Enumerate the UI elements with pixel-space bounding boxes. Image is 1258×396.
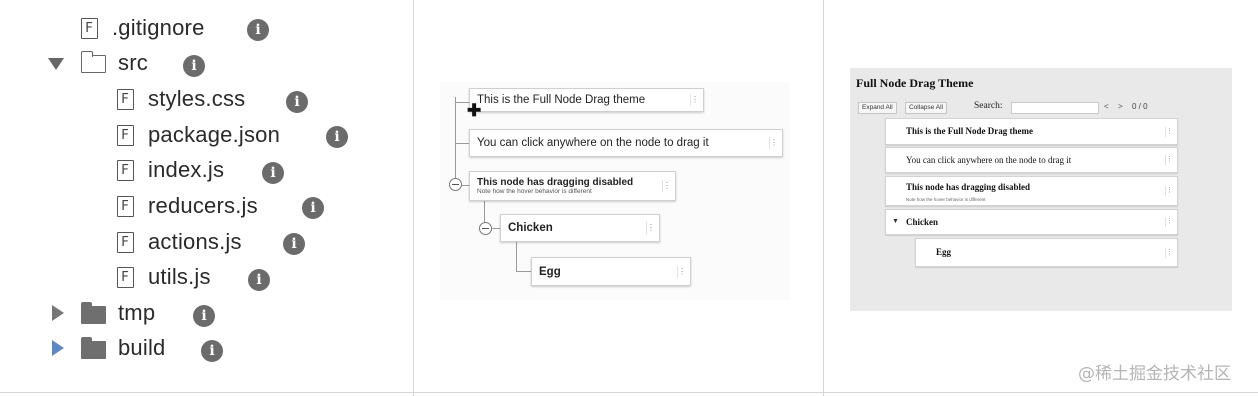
info-icon[interactable]: i [283, 233, 305, 255]
tree-node[interactable]: ▼ Chicken ⋮ [885, 209, 1178, 235]
tree-item-reducers-js[interactable]: F reducers.js [117, 191, 258, 221]
tree-node: This node has dragging disabled Note how… [469, 171, 676, 201]
collapse-toggle-icon[interactable] [449, 178, 462, 191]
watermark: @稀土掘金技术社区 [1078, 364, 1231, 384]
node-menu-icon[interactable]: ⋮ [662, 180, 671, 192]
tree-connector [516, 242, 517, 272]
caret-down-icon[interactable]: ▼ [892, 218, 899, 225]
file-icon: F [81, 17, 98, 39]
info-icon[interactable]: i [286, 91, 308, 113]
info-icon[interactable]: i [262, 162, 284, 184]
caret-right-icon[interactable] [52, 305, 64, 321]
tree-item-build[interactable]: build [118, 333, 165, 363]
caret-right-icon[interactable] [52, 340, 64, 356]
tree-node[interactable]: Chicken ⋮ [500, 214, 660, 242]
file-icon: F [117, 266, 134, 288]
caret-down-icon[interactable] [48, 58, 64, 70]
node-menu-icon[interactable]: ⋮ [1165, 217, 1173, 227]
tree-node[interactable]: Egg ⋮ [915, 238, 1178, 267]
search-next-button[interactable]: > [1118, 102, 1123, 111]
tree-item-utils-js[interactable]: F utils.js [117, 262, 211, 292]
node-title: Egg [936, 247, 952, 257]
file-icon: F [117, 195, 134, 217]
node-title: This node has dragging disabled [906, 182, 1031, 192]
info-icon[interactable]: i [248, 269, 270, 291]
node-menu-icon[interactable]: ⋮ [1165, 126, 1173, 137]
search-input[interactable] [1011, 102, 1099, 114]
node-title: You can click anywhere on the node to dr… [477, 137, 709, 149]
tree-item-label: .gitignore [112, 15, 205, 40]
search-match-count: 0 / 0 [1132, 102, 1148, 111]
tree-item-label: index.js [148, 157, 225, 182]
page-title: Full Node Drag Theme [856, 76, 974, 90]
node-title: Chicken [906, 217, 939, 227]
tree-item-tmp[interactable]: tmp [118, 298, 155, 328]
file-icon: F [117, 88, 134, 110]
file-icon: F [117, 159, 134, 181]
tree-node[interactable]: This is the Full Node Drag theme ⋮ [469, 88, 704, 112]
node-menu-icon[interactable]: ⋮ [646, 222, 655, 234]
node-menu-icon[interactable]: ⋮ [769, 137, 778, 149]
node-menu-icon[interactable]: ⋮ [690, 94, 699, 106]
tree-item-label: build [118, 335, 166, 360]
file-tree-panel: F .gitignore i src i F styles.css i F pa… [0, 0, 413, 392]
info-icon[interactable]: i [201, 340, 223, 362]
tree-node[interactable]: Egg ⋮ [531, 257, 691, 286]
node-subtitle: Note how the hover behavior is different [906, 197, 986, 202]
info-icon[interactable]: i [326, 126, 348, 148]
node-menu-icon[interactable]: ⋮ [677, 265, 686, 278]
expand-all-button[interactable]: Expand All [858, 102, 897, 114]
tree-item-index-js[interactable]: F index.js [117, 155, 224, 185]
info-icon[interactable]: i [183, 55, 205, 77]
search-prev-button[interactable]: < [1104, 102, 1109, 111]
info-icon[interactable]: i [193, 305, 215, 327]
tree-item-package-json[interactable]: F package.json [117, 120, 280, 150]
tree-item-label: src [118, 50, 148, 75]
collapse-toggle-icon[interactable] [479, 222, 492, 235]
file-icon: F [117, 231, 134, 253]
node-menu-icon[interactable]: ⋮ [1165, 247, 1173, 258]
node-title: This is the Full Node Drag theme [906, 126, 1033, 136]
bottom-border [0, 392, 1258, 393]
tree-item-label: actions.js [148, 229, 242, 254]
tree-connector [455, 97, 456, 182]
file-icon: F [117, 124, 134, 146]
folder-icon [81, 302, 106, 324]
tree-item-label: package.json [148, 122, 281, 147]
node-title: This node has dragging disabled [477, 177, 634, 188]
node-title: This is the Full Node Drag theme [477, 94, 646, 106]
folder-icon [81, 337, 106, 359]
tree-item-actions-js[interactable]: F actions.js [117, 227, 242, 257]
node-title: Chicken [508, 222, 553, 234]
tree-item-label: styles.css [148, 86, 246, 111]
node-title: Egg [539, 265, 561, 278]
tree-node[interactable]: You can click anywhere on the node to dr… [885, 147, 1178, 173]
tree-connector [462, 185, 469, 186]
tree-node[interactable]: This is the Full Node Drag theme ⋮ [885, 118, 1178, 145]
tree-node: This node has dragging disabled Note how… [885, 176, 1178, 206]
tree-connector [516, 271, 531, 272]
node-subtitle: Note how the hover behavior is different [477, 188, 592, 195]
theme-preview-panel: Full Node Drag Theme Expand All Collapse… [824, 0, 1258, 392]
tree-item-label: utils.js [148, 264, 211, 289]
tree-item-styles-css[interactable]: F styles.css [117, 84, 245, 114]
tree-item-src[interactable]: src [118, 48, 148, 78]
search-label: Search: [974, 101, 1003, 111]
collapse-all-button[interactable]: Collapse All [905, 102, 947, 114]
info-icon[interactable]: i [302, 197, 324, 219]
drag-theme-panel: This is the Full Node Drag theme ⋮ ✚ You… [414, 0, 823, 392]
tree-node[interactable]: You can click anywhere on the node to dr… [469, 129, 783, 157]
tree-item-label: reducers.js [148, 193, 258, 218]
tree-item-gitignore[interactable]: F .gitignore [81, 13, 205, 43]
node-title: You can click anywhere on the node to dr… [906, 155, 1072, 165]
move-cursor-icon: ✚ [467, 101, 482, 120]
tree-item-label: tmp [118, 300, 156, 325]
node-menu-icon[interactable]: ⋮ [1165, 186, 1173, 196]
folder-icon [80, 51, 106, 73]
preview-window: Full Node Drag Theme Expand All Collapse… [850, 68, 1232, 311]
node-menu-icon[interactable]: ⋮ [1165, 155, 1173, 165]
tree-connector [455, 143, 469, 144]
info-icon[interactable]: i [247, 19, 269, 41]
